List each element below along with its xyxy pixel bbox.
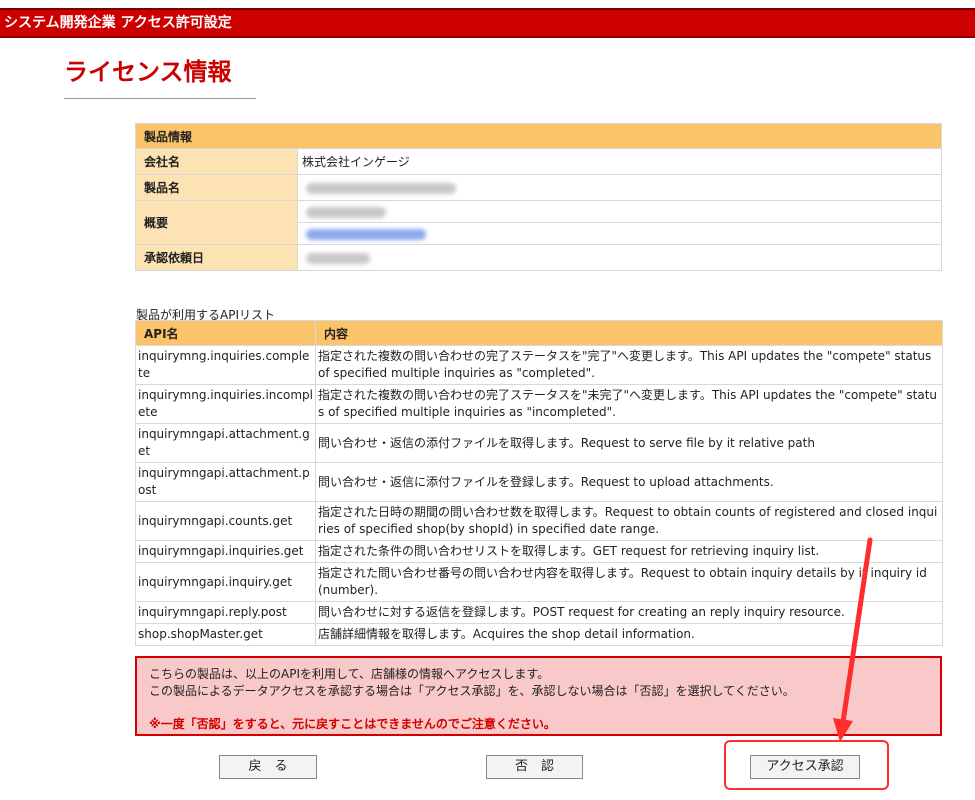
api-col-desc: 内容 (315, 320, 943, 346)
approve-highlight-box (724, 740, 889, 790)
table-row: inquirymng.inquiries.complete 指定された複数の問い… (135, 345, 943, 385)
product-info-row-date: 承認依頼日 (135, 244, 942, 271)
table-row: inquirymngapi.inquiries.get 指定された条件の問い合わ… (135, 540, 943, 563)
product-info-section-title: 製品情報 (135, 123, 942, 149)
api-name-cell: shop.shopMaster.get (135, 623, 316, 646)
api-desc-cell: 指定された条件の問い合わせリストを取得します。GET request for r… (315, 540, 943, 563)
api-name-cell: inquirymngapi.inquiry.get (135, 562, 316, 602)
value-product-name-redacted (297, 174, 942, 201)
api-name-cell: inquirymng.inquiries.complete (135, 345, 316, 385)
api-col-name: API名 (135, 320, 316, 346)
product-info-table: 製品情報 会社名 株式会社インゲージ 製品名 概要 承認依頼日 (135, 123, 942, 271)
api-name-cell: inquirymngapi.inquiries.get (135, 540, 316, 563)
product-info-header-row: 製品情報 (135, 123, 942, 149)
label-company: 会社名 (135, 148, 298, 175)
api-name-cell: inquirymng.inquiries.incomplete (135, 384, 316, 424)
api-desc-cell: 指定された日時の期間の問い合わせ数を取得します。Request to obtai… (315, 501, 943, 541)
title-divider (64, 98, 256, 99)
table-row: inquirymngapi.attachment.get 問い合わせ・返信の添付… (135, 423, 943, 463)
app-header-bar: システム開発企業 アクセス許可設定 (0, 8, 975, 38)
product-info-row-product: 製品名 (135, 174, 942, 201)
table-row: inquirymngapi.counts.get 指定された日時の期間の問い合わ… (135, 501, 943, 541)
api-name-cell: inquirymngapi.counts.get (135, 501, 316, 541)
api-list-table: API名 内容 inquirymng.inquiries.complete 指定… (135, 320, 943, 646)
api-list-header-row: API名 内容 (135, 320, 943, 346)
api-desc-cell: 指定された問い合わせ番号の問い合わせ内容を取得します。Request to ob… (315, 562, 943, 602)
table-row: inquirymng.inquiries.incomplete 指定された複数の… (135, 384, 943, 424)
value-company: 株式会社インゲージ (297, 148, 942, 175)
back-button[interactable]: 戻 る (219, 755, 317, 779)
value-summary-link-redacted (297, 222, 942, 245)
notice-line-1: こちらの製品は、以上のAPIを利用して、店舗様の情報へアクセスします。 (149, 667, 550, 681)
label-summary: 概要 (135, 200, 298, 245)
access-notice-box: こちらの製品は、以上のAPIを利用して、店舗様の情報へアクセスします。 この製品… (135, 656, 942, 736)
api-name-cell: inquirymngapi.reply.post (135, 601, 316, 624)
api-desc-cell: 問い合わせに対する返信を登録します。POST request for creat… (315, 601, 943, 624)
notice-warning: ※一度「否認」をすると、元に戻すことはできませんのでご注意ください。 (149, 717, 556, 731)
api-desc-cell: 問い合わせ・返信に添付ファイルを登録します。Request to upload … (315, 462, 943, 502)
api-name-cell: inquirymngapi.attachment.get (135, 423, 316, 463)
table-row: inquirymngapi.attachment.post 問い合わせ・返信に添… (135, 462, 943, 502)
value-request-date-redacted (297, 244, 942, 271)
table-row: inquirymngapi.inquiry.get 指定された問い合わせ番号の問… (135, 562, 943, 602)
api-desc-cell: 店舗詳細情報を取得します。Acquires the shop detail in… (315, 623, 943, 646)
product-info-row-summary-a: 概要 (135, 200, 942, 245)
label-product-name: 製品名 (135, 174, 298, 201)
app-header-title: システム開発企業 アクセス許可設定 (4, 15, 232, 31)
api-desc-cell: 問い合わせ・返信の添付ファイルを取得します。Request to serve f… (315, 423, 943, 463)
value-summary-redacted (297, 200, 942, 223)
table-row: inquirymngapi.reply.post 問い合わせに対する返信を登録し… (135, 601, 943, 624)
deny-button[interactable]: 否 認 (486, 755, 583, 779)
api-desc-cell: 指定された複数の問い合わせの完了ステータスを"未完了"へ変更します。This A… (315, 384, 943, 424)
table-row: shop.shopMaster.get 店舗詳細情報を取得します。Acquire… (135, 623, 943, 646)
api-desc-cell: 指定された複数の問い合わせの完了ステータスを"完了"へ変更します。This AP… (315, 345, 943, 385)
product-info-row-company: 会社名 株式会社インゲージ (135, 148, 942, 175)
label-request-date: 承認依頼日 (135, 244, 298, 271)
api-name-cell: inquirymngapi.attachment.post (135, 462, 316, 502)
page-title: ライセンス情報 (64, 58, 232, 86)
notice-line-2: この製品によるデータアクセスを承認する場合は「アクセス承認」を、承認しない場合は… (149, 684, 795, 698)
